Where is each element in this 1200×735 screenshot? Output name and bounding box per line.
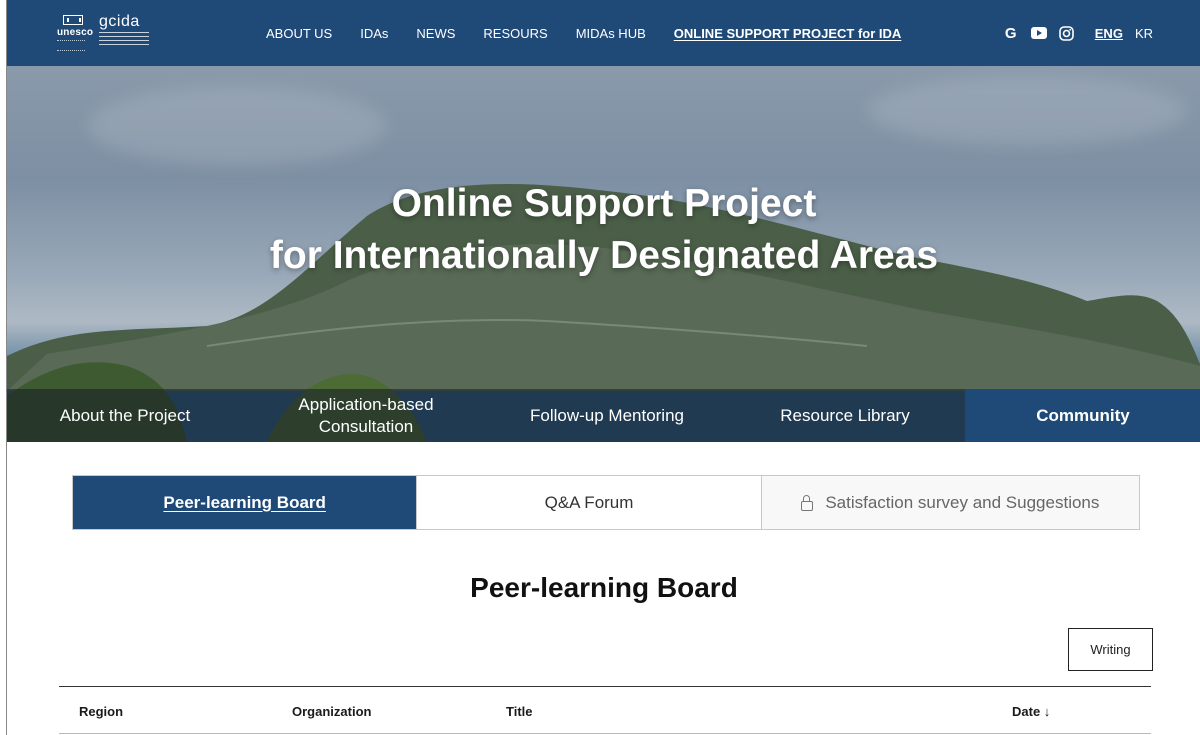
hero-title-line2: for Internationally Designated Areas [269,234,939,277]
subtab-satisfaction-label: Satisfaction survey and Suggestions [825,492,1100,512]
instagram-icon[interactable] [1059,25,1075,41]
hero-banner: Online Support Project for International… [7,66,1200,442]
tab-resource-library[interactable]: Resource Library [725,389,965,442]
tab-application-consultation[interactable]: Application-based Consultation [243,389,489,442]
page-frame: unesco gcida ABOUT US IDAs NEWS RESOURS … [6,0,1200,735]
unesco-logo: unesco [57,15,93,51]
subtab-qa-forum[interactable]: Q&A Forum [417,476,762,529]
lock-icon [801,494,814,511]
board-table-header: Region Organization Title Date ↓ [59,686,1151,734]
writing-button[interactable]: Writing [1068,628,1153,671]
nav-idas[interactable]: IDAs [360,26,388,41]
top-navbar: unesco gcida ABOUT US IDAs NEWS RESOURS … [7,0,1200,66]
page-title: Peer-learning Board [470,572,738,603]
subtab-satisfaction-survey[interactable]: Satisfaction survey and Suggestions [761,476,1140,529]
nav-utilities: G ENG KR [1003,0,1153,66]
gcida-subtext [99,32,149,48]
column-region[interactable]: Region [79,704,123,719]
hero-title: Online Support Project for International… [7,178,1200,282]
nav-about-us[interactable]: ABOUT US [266,26,332,41]
nav-midas-hub[interactable]: MIDAs HUB [576,26,646,41]
column-date-sort[interactable]: Date ↓ [1012,704,1050,719]
lang-eng[interactable]: ENG [1095,26,1123,41]
nav-online-support[interactable]: ONLINE SUPPORT PROJECT for IDA [674,26,902,41]
tab-about-project[interactable]: About the Project [7,389,243,442]
main-menu: ABOUT US IDAs NEWS RESOURS MIDAs HUB ONL… [266,0,929,66]
unesco-wordmark: unesco [57,27,94,39]
site-logo[interactable]: unesco gcida [57,13,149,51]
column-title[interactable]: Title [506,704,533,719]
section-tabs: About the Project Application-based Cons… [7,389,1200,442]
nav-news[interactable]: NEWS [416,26,455,41]
gcida-wordmark: gcida [99,13,140,30]
lang-kr[interactable]: KR [1135,26,1153,41]
unesco-subtext [57,40,85,51]
google-icon[interactable]: G [1003,25,1019,42]
gcida-logo: gcida [99,13,149,48]
hero-title-line1: Online Support Project [391,182,817,225]
youtube-icon[interactable] [1030,25,1047,41]
subtab-peer-learning[interactable]: Peer-learning Board [73,476,418,529]
tab-community[interactable]: Community [965,389,1200,442]
temple-icon [63,15,83,26]
tab-follow-up-mentoring[interactable]: Follow-up Mentoring [489,389,725,442]
nav-resours[interactable]: RESOURS [483,26,547,41]
column-organization[interactable]: Organization [292,704,371,719]
community-subtabs: Peer-learning Board Q&A Forum Satisfacti… [72,475,1140,530]
